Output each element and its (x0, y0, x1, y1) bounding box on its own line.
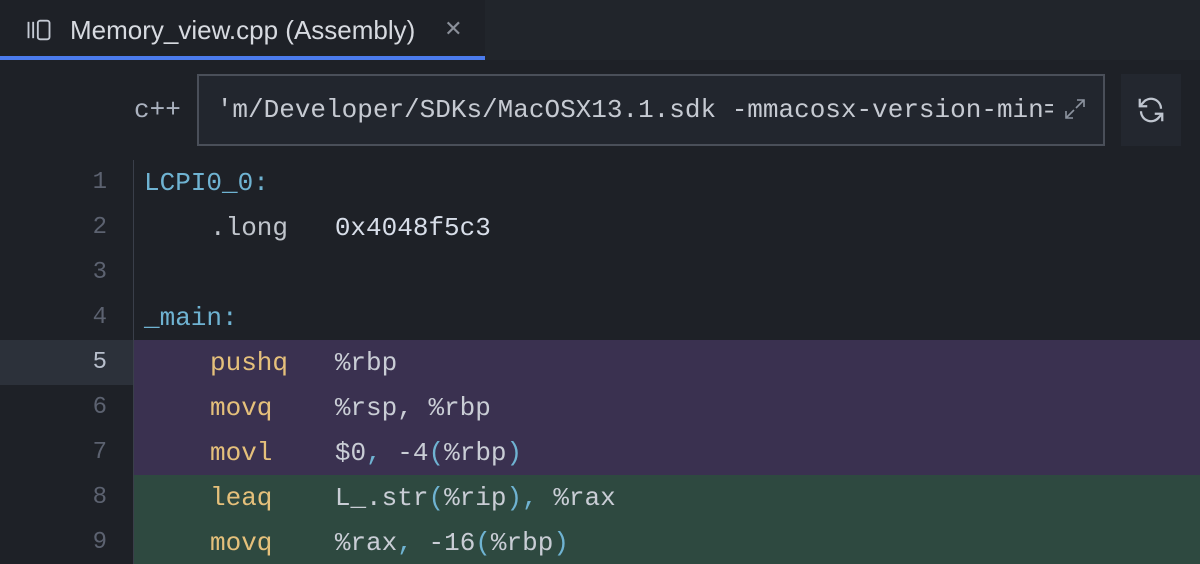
code-token-operand: %rip (444, 483, 506, 513)
code-token-operand: %rax (553, 483, 615, 513)
code-line: LCPI0_0: (134, 160, 1200, 205)
tab-title: Memory_view.cpp (Assembly) (70, 15, 415, 46)
code-token-operand: %rbp (491, 528, 553, 558)
code-token-label: _main: (144, 303, 238, 333)
line-number: 8 (0, 475, 133, 520)
code-token-directive: .long (210, 213, 288, 243)
expand-icon[interactable] (1063, 97, 1089, 123)
code-token-mnemonic: movq (210, 528, 272, 558)
code-token-mnemonic: movq (210, 393, 272, 423)
line-number: 7 (0, 430, 133, 475)
code-token-operand: -4 (397, 438, 428, 468)
compiler-command-input[interactable]: 'm/Developer/SDKs/MacOSX13.1.sdk -mmacos… (197, 74, 1105, 146)
code-line: leaq L_.str(%rip), %rax (134, 475, 1200, 520)
close-icon[interactable]: ✕ (439, 16, 467, 44)
code-line: movq %rax, -16(%rbp) (134, 520, 1200, 564)
line-number: 4 (0, 295, 133, 340)
line-number: 9 (0, 520, 133, 564)
code-line: .long 0x4048f5c3 (134, 205, 1200, 250)
code-token-operand: %rbp (444, 438, 506, 468)
code-area[interactable]: LCPI0_0: .long 0x4048f5c3 _main: pushq %… (134, 160, 1200, 564)
compiler-toolbar: c++ 'm/Developer/SDKs/MacOSX13.1.sdk -mm… (0, 60, 1200, 160)
language-label: c++ (134, 95, 181, 125)
code-line: movl $0, -4(%rbp) (134, 430, 1200, 475)
tab-bar: Memory_view.cpp (Assembly) ✕ (0, 0, 1200, 60)
code-token-operand: %rsp, %rbp (335, 393, 491, 423)
line-number: 3 (0, 250, 133, 295)
line-number: 2 (0, 205, 133, 250)
compiler-command-text: 'm/Developer/SDKs/MacOSX13.1.sdk -mmacos… (217, 95, 1053, 125)
code-line (134, 250, 1200, 295)
code-token-number: 0x4048f5c3 (335, 213, 491, 243)
code-token-label: LCPI0_0: (144, 168, 269, 198)
code-token-mnemonic: leaq (210, 483, 272, 513)
refresh-button[interactable] (1121, 74, 1181, 146)
code-token-operand: -16 (428, 528, 475, 558)
code-line: _main: (134, 295, 1200, 340)
line-number: 6 (0, 385, 133, 430)
code-token-operand: L_.str (335, 483, 429, 513)
line-number: 1 (0, 160, 133, 205)
code-token-operand: $0 (335, 438, 366, 468)
code-editor[interactable]: 1 2 3 4 5 6 7 8 9 LCPI0_0: .long 0x4048f… (0, 160, 1200, 564)
code-line: movq %rsp, %rbp (134, 385, 1200, 430)
code-token-mnemonic: pushq (210, 348, 288, 378)
tab-active[interactable]: Memory_view.cpp (Assembly) ✕ (0, 0, 485, 60)
code-token-mnemonic: movl (210, 438, 272, 468)
assembly-panel-icon (24, 15, 54, 45)
tab-active-indicator (0, 56, 485, 60)
code-line: pushq %rbp (134, 340, 1200, 385)
code-token-operand: %rbp (335, 348, 397, 378)
line-number-gutter: 1 2 3 4 5 6 7 8 9 (0, 160, 134, 564)
line-number: 5 (0, 340, 133, 385)
code-token-operand: %rax (335, 528, 397, 558)
